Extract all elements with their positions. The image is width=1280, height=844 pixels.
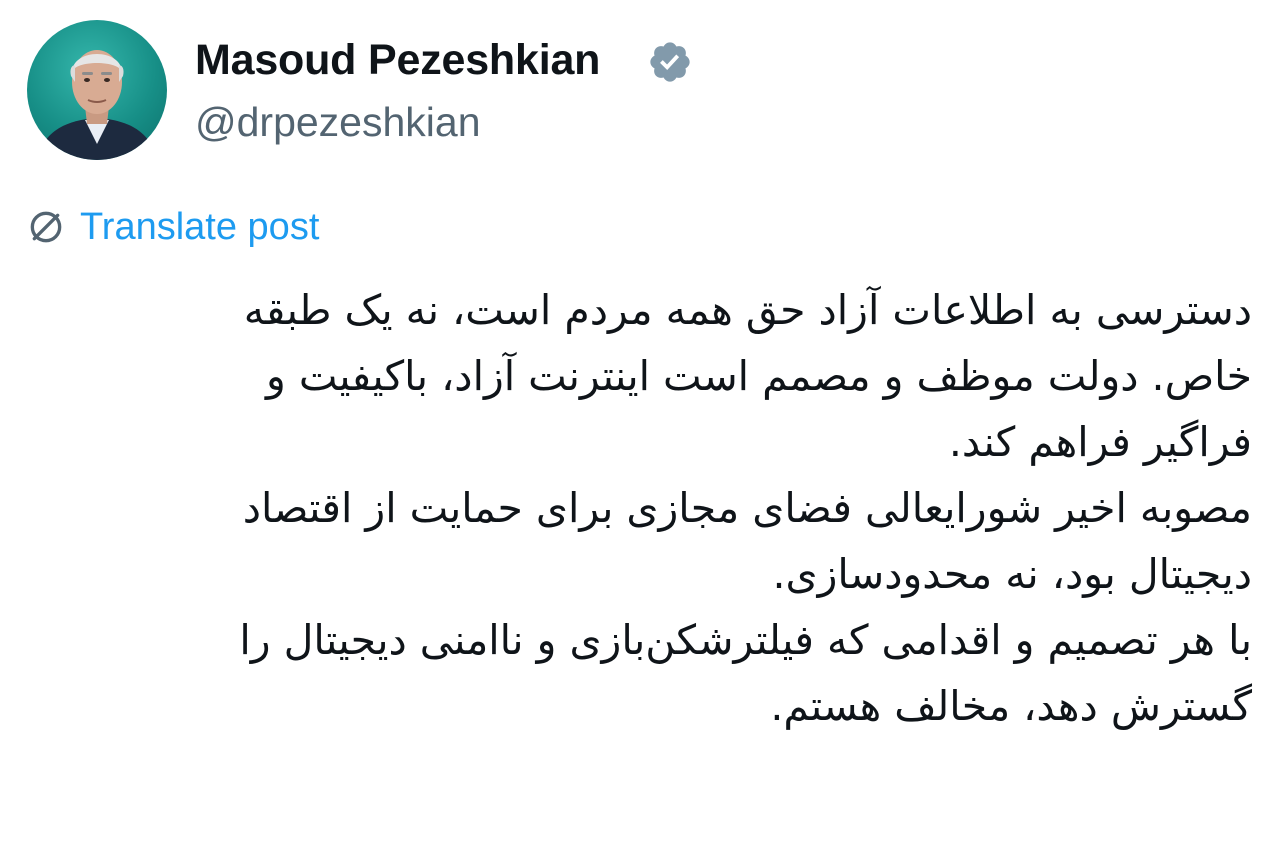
verified-badge-icon — [650, 42, 690, 82]
avatar[interactable] — [27, 20, 167, 160]
post-line: فراگیر فراهم کند. — [948, 418, 1252, 466]
post-text: دسترسی به اطلاعات آزاد حق همه مردم است، … — [40, 277, 1252, 739]
post-line: با هر تصمیم و اقدامی که فیلترشکن‌بازی و … — [239, 616, 1252, 664]
translate-post-label: Translate post — [80, 205, 320, 248]
post-line: گسترش دهد، مخالف هستم. — [770, 682, 1252, 730]
post-line: دیجیتال بود، نه محدودسازی. — [772, 550, 1252, 598]
translate-post-button[interactable]: Translate post — [26, 203, 319, 251]
display-name[interactable]: Masoud Pezeshkian — [195, 36, 600, 85]
user-handle[interactable]: @drpezeshkian — [195, 99, 481, 146]
profile-photo — [37, 50, 157, 160]
post-line: دسترسی به اطلاعات آزاد حق همه مردم است، … — [243, 286, 1252, 334]
post-line: مصوبه اخیر شورایعالی فضای مجازی برای حما… — [242, 484, 1252, 532]
post-line: خاص. دولت موظف و مصمم است اینترنت آزاد، … — [266, 352, 1252, 400]
translate-globe-icon — [30, 211, 62, 243]
